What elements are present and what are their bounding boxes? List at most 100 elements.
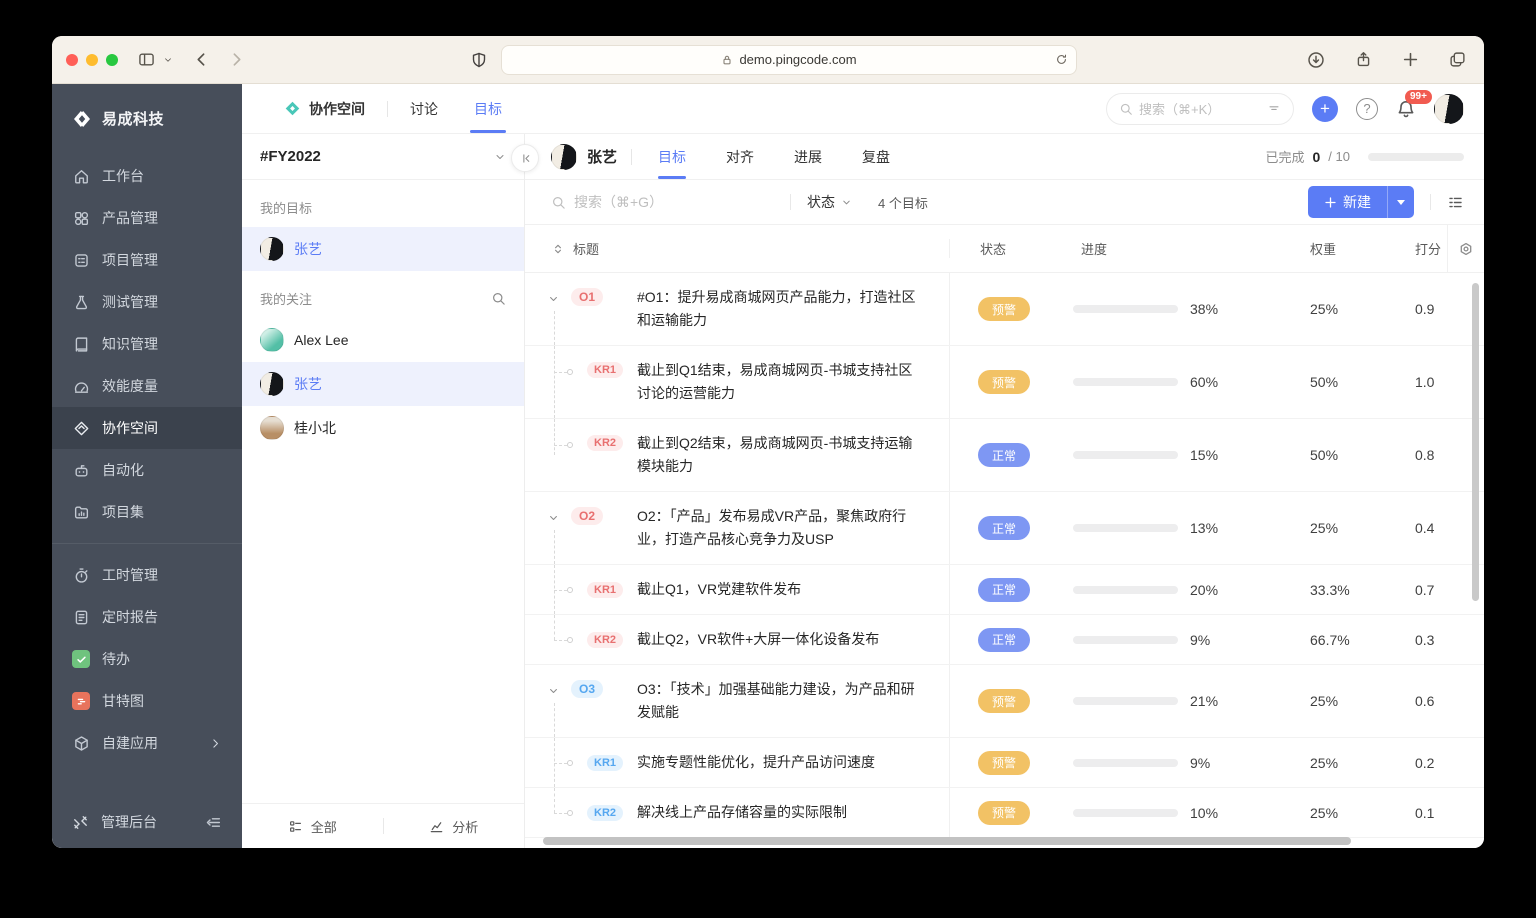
status-badge[interactable]: 预警 [978, 800, 1030, 825]
topnav-item-2[interactable]: 讨论 [392, 84, 456, 133]
table-row[interactable]: O2 O2：「产品」发布易成VR产品，聚焦政府行业，打造产品核心竞争力及USP 正常… [525, 492, 1484, 565]
sidebar-item-collab[interactable]: 协作空间 [52, 407, 242, 449]
view-settings-icon[interactable] [1447, 194, 1464, 211]
downloads-icon[interactable] [1303, 47, 1329, 73]
goal-title[interactable]: O2：「产品」发布易成VR产品，聚焦政府行业，打造产品核心竞争力及USP [637, 505, 925, 551]
kr-badge: KR1 [587, 362, 624, 378]
progressbar-track [1073, 697, 1178, 705]
status-badge[interactable]: 正常 [978, 577, 1030, 602]
sidebar-item-grid[interactable]: 产品管理 [52, 197, 242, 239]
goal-title[interactable]: 实施专题性能优化，提升产品访问速度 [637, 751, 925, 774]
goal-title[interactable]: #O1：提升易成商城网页产品能力，打造社区和运输能力 [637, 286, 925, 332]
expand-chevron-icon[interactable] [547, 512, 560, 525]
table-row[interactable]: KR2 截止Q2，VR软件+大屏一体化设备发布 正常 9% 66.7% 0.3 [525, 615, 1484, 665]
refresh-icon[interactable] [1055, 53, 1068, 66]
view-all-button[interactable]: 全部 [242, 817, 383, 836]
sidebar-item-todo[interactable]: 待办 [52, 638, 242, 680]
status-badge[interactable]: 正常 [978, 627, 1030, 652]
status-badge[interactable]: 预警 [978, 750, 1030, 775]
current-user-avatar[interactable] [1434, 93, 1464, 124]
topnav-item-1[interactable]: 协作空间 [266, 84, 383, 133]
collapse-panel-button[interactable] [511, 144, 539, 172]
sidebar-item-label: 待办 [102, 651, 130, 667]
tab-进展[interactable]: 进展 [774, 134, 842, 179]
status-badge[interactable]: 预警 [978, 370, 1030, 394]
new-goal-button[interactable]: 新建 [1308, 186, 1414, 218]
vertical-scrollbar[interactable] [1472, 283, 1479, 601]
status-badge[interactable]: 预警 [978, 689, 1030, 713]
sidebar-chevron-icon[interactable] [159, 51, 177, 69]
sidebar-item-doc[interactable]: 定时报告 [52, 596, 242, 638]
period-selector[interactable]: #FY2022 [242, 134, 524, 180]
column-weight: 权重 [1310, 242, 1337, 257]
share-icon[interactable] [1351, 47, 1376, 72]
sidebar-item-gantt[interactable]: 甘特图 [52, 680, 242, 722]
user-item[interactable]: 桂小北 [242, 406, 524, 450]
create-new-button[interactable]: + [1312, 95, 1338, 122]
address-bar[interactable]: demo.pingcode.com [501, 44, 1077, 75]
collapse-all-icon[interactable] [551, 242, 565, 256]
horizontal-scrollbar[interactable] [543, 837, 1351, 845]
sidebar-item-gauge[interactable]: 效能度量 [52, 365, 242, 407]
tab-复盘[interactable]: 复盘 [842, 134, 910, 179]
sidebar-item-clipboard[interactable]: 项目管理 [52, 239, 242, 281]
table-row[interactable]: KR2 解决线上产品存储容量的实际限制 预警 10% 25% 0.1 [525, 788, 1484, 838]
tab-对齐[interactable]: 对齐 [706, 134, 774, 179]
table-row[interactable]: O1 #O1：提升易成商城网页产品能力，打造社区和运输能力 预警 38% 25% 0.9 [525, 273, 1484, 346]
sidebar-item-flask[interactable]: 测试管理 [52, 281, 242, 323]
user-item[interactable]: Alex Lee [242, 318, 524, 362]
status-badge[interactable]: 正常 [978, 443, 1030, 467]
topnav-item-3[interactable]: 目标 [456, 84, 520, 133]
forward-button[interactable] [224, 47, 249, 72]
close-window-button[interactable] [66, 53, 78, 66]
table-row[interactable]: KR1 截止Q1，VR党建软件发布 正常 20% 33.3% 0.7 [525, 565, 1484, 615]
sidebar-item-home[interactable]: 工作台 [52, 155, 242, 197]
analysis-button[interactable]: 分析 [384, 817, 525, 836]
traffic-lights [66, 53, 118, 66]
goals-search-input[interactable]: 搜索（⌘+G） [574, 192, 774, 212]
status-badge[interactable]: 正常 [978, 516, 1030, 540]
sidebar-item-folder[interactable]: 项目集 [52, 491, 242, 533]
user-item[interactable]: 张艺 [242, 227, 524, 271]
expand-chevron-icon[interactable] [547, 685, 560, 698]
filter-icon[interactable] [1267, 102, 1281, 116]
notifications-bell-icon[interactable]: 99+ [1396, 89, 1432, 119]
progressbar-track [1073, 808, 1178, 817]
admin-console-label[interactable]: 管理后台 [101, 812, 157, 832]
table-row[interactable]: KR1 实施专题性能优化，提升产品访问速度 预警 9% 25% 0.2 [525, 738, 1484, 788]
minimize-window-button[interactable] [86, 53, 98, 66]
goal-title[interactable]: 解决线上产品存储容量的实际限制 [637, 801, 925, 824]
search-icon[interactable] [491, 291, 506, 306]
new-tab-icon[interactable] [1398, 47, 1423, 72]
status-badge[interactable]: 预警 [978, 297, 1030, 321]
sidebar-item-book[interactable]: 知识管理 [52, 323, 242, 365]
goal-title[interactable]: 截止Q2，VR软件+大屏一体化设备发布 [637, 628, 925, 651]
collapse-sidebar-icon[interactable] [205, 814, 222, 831]
help-icon[interactable]: ? [1356, 97, 1378, 120]
table-row[interactable]: KR1 截止到Q1结束，易成商城网页-书城支持社区讨论的运营能力 预警 60% 50% 1… [525, 346, 1484, 419]
zoom-window-button[interactable] [106, 53, 118, 66]
sidebar-toggle-icon[interactable] [134, 47, 159, 72]
back-button[interactable] [189, 47, 214, 72]
tab-overview-icon[interactable] [1445, 47, 1470, 72]
goal-title[interactable]: O3：「技术」加强基础能力建设，为产品和研发赋能 [637, 678, 925, 724]
privacy-shield-icon[interactable] [467, 48, 491, 72]
goal-title[interactable]: 截止到Q2结束，易成商城网页-书城支持运输模块能力 [637, 432, 925, 478]
goal-title[interactable]: 截止Q1，VR党建软件发布 [637, 578, 925, 601]
global-search-placeholder: 搜索（⌘+K） [1139, 102, 1221, 117]
tree-line [554, 419, 555, 455]
sidebar-item-stopwatch[interactable]: 工时管理 [52, 554, 242, 596]
expand-chevron-icon[interactable] [547, 293, 560, 306]
sidebar-item-robot[interactable]: 自动化 [52, 449, 242, 491]
column-settings-gear-icon[interactable] [1458, 241, 1474, 257]
sidebar-item-cube[interactable]: 自建应用 [52, 722, 242, 764]
new-goal-dropdown[interactable] [1388, 186, 1414, 218]
user-item[interactable]: 张艺 [242, 362, 524, 406]
tab-目标[interactable]: 目标 [638, 134, 706, 179]
table-row[interactable]: O3 O3：「技术」加强基础能力建设，为产品和研发赋能 预警 21% 25% 0.6 [525, 665, 1484, 738]
workspace-logo-row[interactable]: 易成科技 [52, 84, 242, 155]
table-row[interactable]: KR2 截止到Q2结束，易成商城网页-书城支持运输模块能力 正常 15% 50% 0.8 [525, 419, 1484, 492]
goal-title[interactable]: 截止到Q1结束，易成商城网页-书城支持社区讨论的运营能力 [637, 359, 925, 405]
status-filter-dropdown[interactable]: 状态 [807, 192, 852, 212]
global-search-input[interactable]: 搜索（⌘+K） [1106, 92, 1294, 125]
